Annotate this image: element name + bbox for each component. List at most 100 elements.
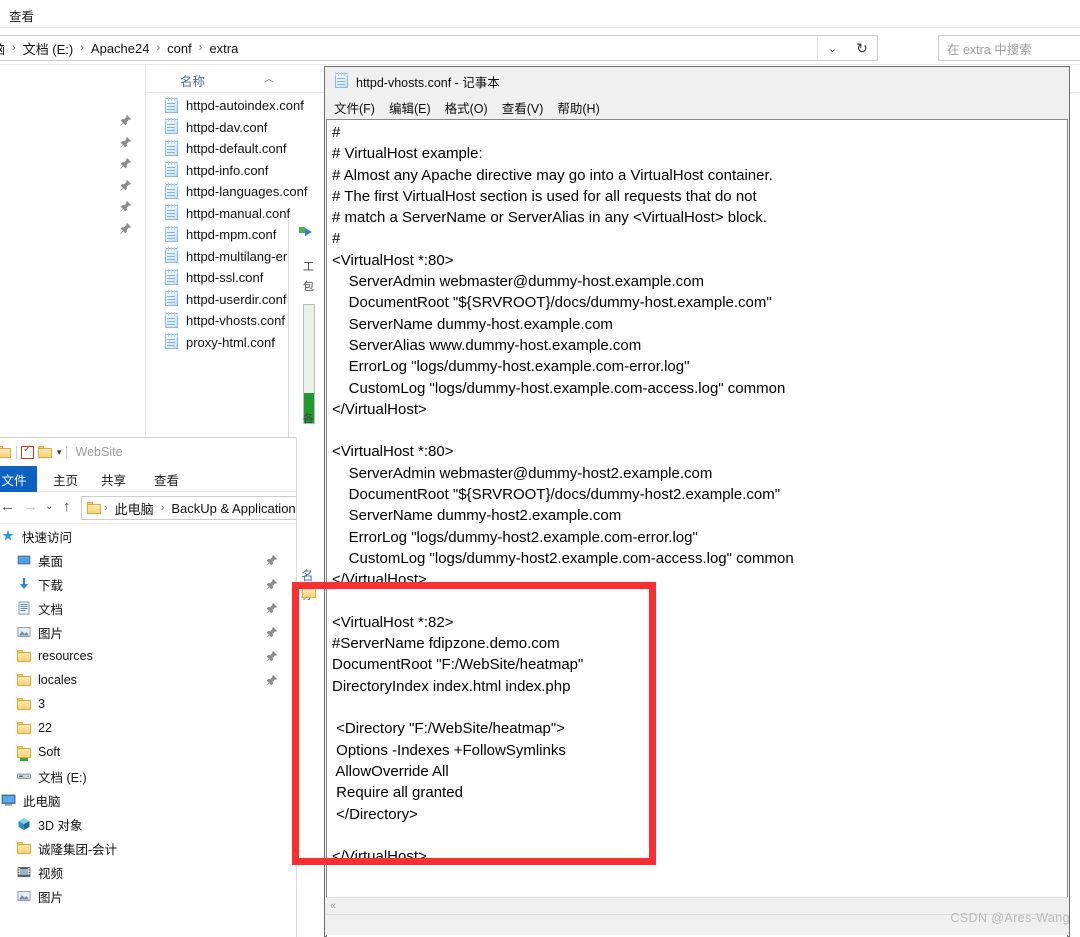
breadcrumb-separator-icon: › — [12, 42, 16, 54]
folder-icon — [17, 722, 31, 734]
pin-icon[interactable] — [110, 196, 140, 218]
sidebar-item-0[interactable]: 快速访问 — [0, 524, 287, 548]
folder-icon — [17, 674, 31, 686]
conf-file-icon — [164, 139, 179, 157]
chevron-down-icon[interactable]: ▾ — [57, 447, 62, 458]
column-header-name[interactable]: 名称 — [180, 71, 205, 90]
notepad-title-bar: httpd-vhosts.conf - 记事本 — [325, 67, 1069, 95]
pin-icon[interactable] — [266, 650, 277, 662]
tab-file[interactable]: 文件 — [0, 466, 37, 492]
sidebar-item-1[interactable]: 桌面 — [0, 548, 287, 572]
pictures-icon — [17, 891, 31, 901]
pin-icon[interactable] — [266, 626, 277, 638]
tab-view[interactable]: 查看 — [154, 466, 179, 492]
up-button[interactable]: ↑ — [63, 498, 71, 515]
file-name: httpd-mpm.conf — [186, 227, 277, 243]
sidebar-item-14[interactable]: 视频 — [0, 860, 287, 884]
properties-icon[interactable] — [21, 444, 34, 459]
notepad-content[interactable]: # # VirtualHost example: # Almost any Ap… — [332, 122, 1051, 867]
folder-icon — [17, 650, 31, 662]
pin-icon[interactable] — [266, 602, 277, 614]
navigation-bar-top: 脑 › 文档 (E:) › Apache24 › conf › extra ⌄ … — [0, 32, 1080, 65]
sidebar-item-3[interactable]: 文档 — [0, 596, 287, 620]
sliver-text-3: 各 — [303, 413, 314, 425]
navigation-pane-bottom: 快速访问桌面 下载 文档图片 resources locales 3 22 Soft 文档 (E… — [0, 524, 287, 937]
navigation-pane-top — [0, 65, 145, 470]
sidebar-item-15[interactable]: 图片 — [0, 884, 287, 908]
folder-icon — [17, 842, 31, 854]
sidebar-item-label: 图片 — [38, 626, 64, 641]
search-placeholder: 在 extra 中搜索 — [947, 42, 1032, 57]
pin-icon[interactable] — [110, 132, 140, 154]
sidebar-item-6[interactable]: locales — [0, 668, 287, 692]
breadcrumb: 脑 › 文档 (E:) › Apache24 › conf › extra — [0, 38, 243, 59]
sidebar-item-2[interactable]: 下载 — [0, 572, 287, 596]
file-name: httpd-languages.conf — [186, 184, 308, 200]
pin-icon[interactable] — [110, 175, 140, 197]
file-name: httpd-autoindex.conf — [186, 98, 304, 114]
tab-share[interactable]: 共享 — [101, 466, 126, 492]
chevron-left-icon[interactable]: « — [330, 900, 336, 912]
sidebar-item-7[interactable]: 3 — [0, 692, 287, 716]
menu-format[interactable]: 格式(O) — [445, 98, 488, 117]
sidebar-item-label: 诚隆集团-会计 — [38, 842, 118, 857]
back-button[interactable]: ← — [0, 498, 15, 515]
conf-file-icon — [164, 161, 179, 178]
breadcrumb-item[interactable]: 此电脑 — [110, 498, 159, 519]
sidebar-item-13[interactable]: 诚隆集团-会计 — [0, 836, 287, 860]
chevron-down-icon[interactable]: ⌄ — [817, 36, 847, 60]
notepad-text-area[interactable]: # # VirtualHost example: # Almost any Ap… — [326, 119, 1068, 937]
sidebar-item-label: locales — [38, 673, 77, 687]
title-bar-bottom: ▾ WebSite — [0, 438, 299, 466]
breadcrumb-separator-icon: › — [156, 42, 161, 54]
ribbon-tab-strip-top: 查看 — [0, 0, 1080, 28]
menu-file[interactable]: 文件(F) — [334, 98, 375, 117]
sidebar-item-10[interactable]: 文档 (E:) — [0, 764, 287, 788]
pin-column-top — [110, 65, 140, 239]
notepad-title: httpd-vhosts.conf - 记事本 — [356, 75, 500, 90]
sidebar-item-label: 快速访问 — [22, 530, 73, 545]
sidebar-item-11[interactable]: 此电脑 — [0, 788, 287, 812]
peek-pane: 名称 — [296, 437, 322, 937]
explorer-content-bottom: 快速访问桌面 下载 文档图片 resources locales 3 22 Soft 文档 (E… — [0, 524, 299, 937]
breadcrumb-item[interactable]: conf — [162, 40, 197, 57]
pin-icon[interactable] — [266, 578, 277, 590]
recent-locations-icon[interactable]: ⌄ — [45, 501, 53, 512]
sidebar-item-12[interactable]: 3D 对象 — [0, 812, 287, 836]
breadcrumb-item[interactable]: 脑 — [0, 38, 10, 59]
pin-icon[interactable] — [266, 674, 277, 686]
pin-icon[interactable] — [110, 218, 140, 240]
sidebar-item-8[interactable]: 22 — [0, 716, 287, 740]
notepad-icon — [334, 72, 349, 89]
star-icon — [2, 530, 14, 541]
pin-icon[interactable] — [110, 110, 140, 132]
menu-edit[interactable]: 编辑(E) — [389, 98, 431, 117]
drive-icon — [17, 773, 31, 779]
folder-icon — [87, 502, 102, 514]
breadcrumb-item[interactable]: extra — [204, 40, 243, 57]
breadcrumb-item[interactable]: BackUp & Application — [166, 500, 300, 517]
menu-help[interactable]: 帮助(H) — [557, 98, 599, 117]
menu-view[interactable]: 查看(V) — [502, 98, 544, 117]
sidebar-item-9[interactable]: Soft — [0, 740, 287, 764]
conf-file-icon — [164, 225, 179, 243]
tab-home[interactable]: 主页 — [53, 466, 78, 492]
address-bar-top[interactable]: 脑 › 文档 (E:) › Apache24 › conf › extra ⌄ … — [0, 35, 878, 61]
sidebar-item-4[interactable]: 图片 — [0, 620, 287, 644]
progress-bar — [303, 304, 315, 424]
breadcrumb-item[interactable]: Apache24 — [86, 40, 155, 57]
tab-view[interactable]: 查看 — [5, 4, 38, 27]
pictures-icon — [17, 627, 31, 637]
address-bar-bottom[interactable]: › 此电脑 › BackUp & Application — [81, 496, 309, 520]
pin-icon[interactable] — [266, 554, 277, 566]
file-name: proxy-html.conf — [186, 334, 275, 350]
new-folder-icon[interactable] — [38, 446, 53, 458]
sidebar-item-5[interactable]: resources — [0, 644, 287, 668]
sidebar-item-label: 文档 (E:) — [38, 770, 87, 785]
breadcrumb-item[interactable]: 文档 (E:) — [18, 38, 79, 59]
pin-icon[interactable] — [110, 153, 140, 175]
3d-objects-icon — [18, 818, 30, 830]
navigation-bar-bottom: ← → ⌄ ↑ › 此电脑 › BackUp & Application — [0, 492, 309, 524]
search-input-top[interactable]: 在 extra 中搜索 — [938, 35, 1080, 61]
refresh-icon[interactable]: ↻ — [847, 36, 877, 60]
